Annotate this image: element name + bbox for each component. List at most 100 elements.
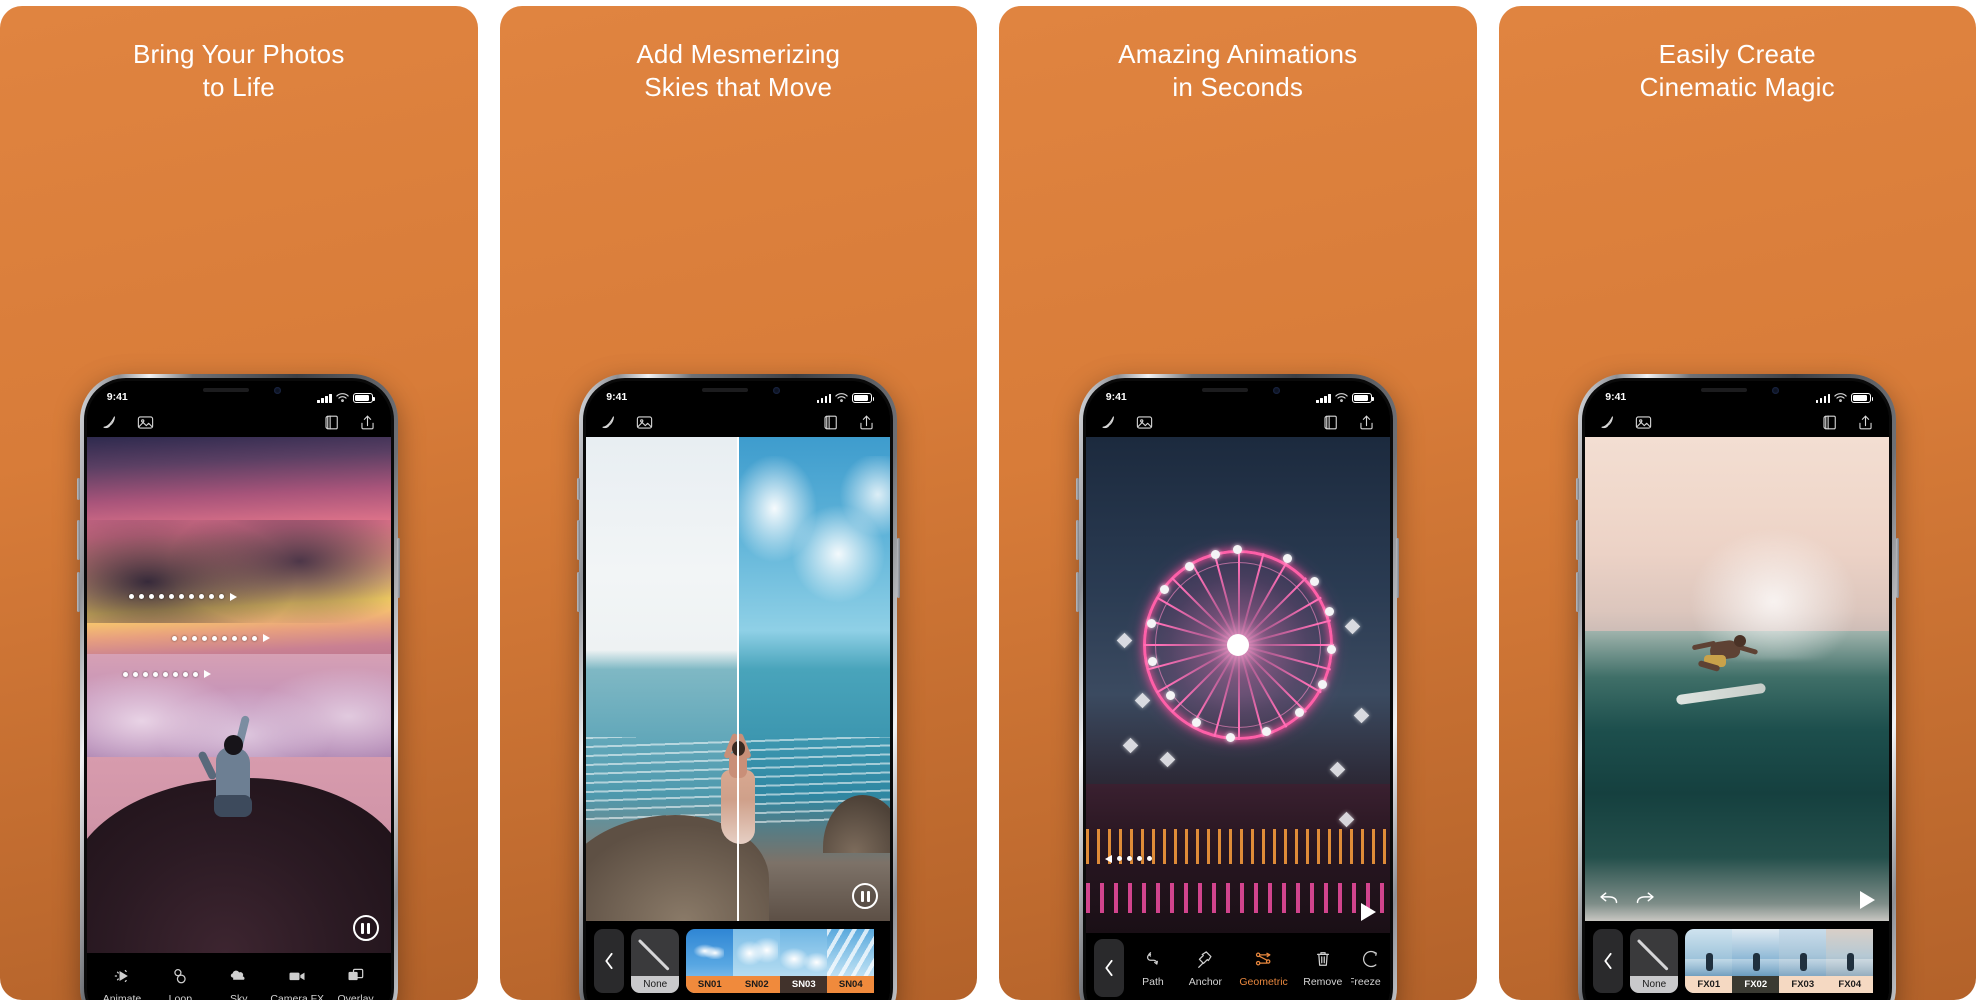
edit-toolbar-1[interactable]: Animate Loop Sky Camera FX Overlay — [86, 953, 391, 1000]
anchor-pin-icon — [1198, 950, 1212, 968]
tool-loop[interactable]: Loop — [151, 966, 209, 1000]
share-icon[interactable] — [1357, 413, 1376, 432]
redo-icon[interactable] — [1635, 891, 1655, 907]
camera-fx-icon — [289, 972, 305, 981]
photo-surfer — [1585, 437, 1890, 921]
preset-label: FX01 — [1685, 976, 1733, 993]
preset-sn03[interactable]: SN03 — [780, 929, 828, 993]
motion-arrow-3[interactable] — [123, 669, 233, 679]
preset-fx02[interactable]: FX02 — [1732, 929, 1780, 993]
tool-anchor[interactable]: Anchor — [1178, 949, 1232, 988]
preset-sn01[interactable]: SN01 — [686, 929, 734, 993]
preset-fx04[interactable]: FX04 — [1826, 929, 1874, 993]
presets-back-button[interactable] — [594, 929, 625, 993]
mute-switch — [1575, 478, 1579, 500]
photo-canvas-4[interactable] — [1585, 437, 1890, 921]
layers-icon[interactable] — [323, 413, 342, 432]
share-icon[interactable] — [857, 413, 876, 432]
tool-label: Anchor — [1188, 975, 1223, 988]
share-icon[interactable] — [1856, 413, 1875, 432]
layers-icon[interactable] — [822, 413, 841, 432]
app-top-bar-2 — [586, 407, 891, 437]
app-top-bar-3 — [1085, 407, 1390, 437]
wifi-icon — [335, 392, 349, 402]
sky-icon — [230, 970, 245, 980]
earpiece-speaker — [1201, 388, 1248, 392]
volume-up-button — [1076, 520, 1080, 560]
cellular-signal-icon — [1316, 393, 1331, 403]
chevron-left-icon — [605, 952, 613, 970]
preset-none[interactable]: None — [631, 929, 680, 993]
app-top-bar-4 — [1585, 407, 1890, 437]
preset-sn04[interactable]: SN04 — [827, 929, 875, 993]
animation-toolbar-3[interactable]: Path Anchor Geometric Remove Freeze — [1085, 933, 1390, 1000]
tool-freeze[interactable]: Freeze — [1351, 949, 1390, 988]
status-time: 9:41 — [1105, 391, 1127, 403]
tool-sky[interactable]: Sky — [210, 966, 268, 1000]
pause-button-1[interactable] — [352, 915, 379, 941]
photo-icon[interactable] — [136, 413, 155, 432]
presets-back-button[interactable] — [1593, 929, 1624, 993]
preset-none-label: None — [631, 976, 680, 993]
photo-canvas-3[interactable] — [1085, 437, 1390, 933]
sky-preset-scroll[interactable]: SN01 SN02 SN03 SN04 — [686, 929, 890, 993]
power-button — [896, 538, 900, 598]
status-time: 9:41 — [606, 391, 628, 403]
screenshot-panel-2: Add Mesmerizing Skies that Move 9:41 Non… — [499, 6, 977, 1000]
motion-arrow-2[interactable] — [171, 633, 290, 643]
battery-icon — [852, 392, 875, 403]
notch — [676, 381, 801, 403]
preset-none[interactable]: None — [1630, 929, 1679, 993]
magic-wand-icon[interactable] — [600, 413, 619, 432]
layers-icon[interactable] — [1322, 413, 1341, 432]
play-button-4[interactable] — [1860, 891, 1876, 909]
front-camera — [1272, 387, 1280, 394]
sky-preset-bar[interactable]: None SN01 SN02 SN03 SN04 — [586, 921, 891, 1000]
history-controls[interactable] — [1599, 891, 1655, 907]
tool-animate[interactable]: Animate — [93, 966, 151, 1000]
tool-camera-fx[interactable]: Camera FX — [268, 966, 326, 1000]
share-icon[interactable] — [358, 413, 377, 432]
preset-fx03[interactable]: FX03 — [1779, 929, 1827, 993]
mute-switch — [576, 478, 580, 500]
photo-canvas-1[interactable] — [86, 437, 391, 953]
magic-wand-icon[interactable] — [101, 413, 120, 432]
screenshot-panel-4: Easily Create Cinematic Magic 9:41 None … — [1498, 6, 1976, 1000]
wifi-icon — [1834, 392, 1848, 402]
photo-icon[interactable] — [635, 413, 654, 432]
before-after-split-handle[interactable] — [737, 437, 740, 921]
magic-wand-icon[interactable] — [1599, 413, 1618, 432]
front-camera — [1772, 387, 1780, 394]
loop-icon — [174, 969, 187, 984]
toolbar-back-button[interactable] — [1093, 939, 1124, 997]
phone-mockup-2: 9:41 None SN01 SN02 SN03 SN04 — [576, 374, 900, 1000]
preset-sn02[interactable]: SN02 — [733, 929, 781, 993]
phone-mockup-3: 9:41 Path Anchor Geometric Remove Freeze — [1076, 374, 1400, 1000]
battery-icon — [352, 392, 375, 403]
freeze-icon — [1363, 950, 1378, 967]
pause-button-2[interactable] — [852, 883, 879, 909]
magic-wand-icon[interactable] — [1100, 413, 1119, 432]
battery-icon — [1851, 392, 1874, 403]
volume-up-button — [77, 520, 81, 560]
geometric-icon — [1255, 952, 1271, 965]
layers-icon[interactable] — [1821, 413, 1840, 432]
play-button-3[interactable] — [1360, 903, 1376, 921]
preset-label: SN01 — [686, 976, 734, 993]
camera-fx-preset-bar[interactable]: None FX01 FX02 FX03 FX04 — [1585, 921, 1890, 1000]
photo-icon[interactable] — [1135, 413, 1154, 432]
photo-canvas-2[interactable] — [586, 437, 891, 921]
fx-preset-scroll[interactable]: FX01 FX02 FX03 FX04 — [1685, 929, 1889, 993]
tool-label: Loop — [168, 993, 193, 1000]
power-button — [1895, 538, 1899, 598]
screenshot-panel-3: Amazing Animations in Seconds 9:41 Path … — [999, 6, 1477, 1000]
undo-icon[interactable] — [1599, 891, 1619, 907]
motion-arrow-1[interactable] — [129, 592, 259, 602]
preset-fx01[interactable]: FX01 — [1685, 929, 1733, 993]
photo-icon[interactable] — [1634, 413, 1653, 432]
tool-remove[interactable]: Remove — [1295, 949, 1351, 988]
motion-arrow-left[interactable] — [1104, 854, 1152, 864]
tool-geometric[interactable]: Geometric — [1233, 949, 1295, 988]
tool-overlay[interactable]: Overlay — [326, 966, 384, 1000]
tool-path[interactable]: Path — [1128, 949, 1178, 988]
